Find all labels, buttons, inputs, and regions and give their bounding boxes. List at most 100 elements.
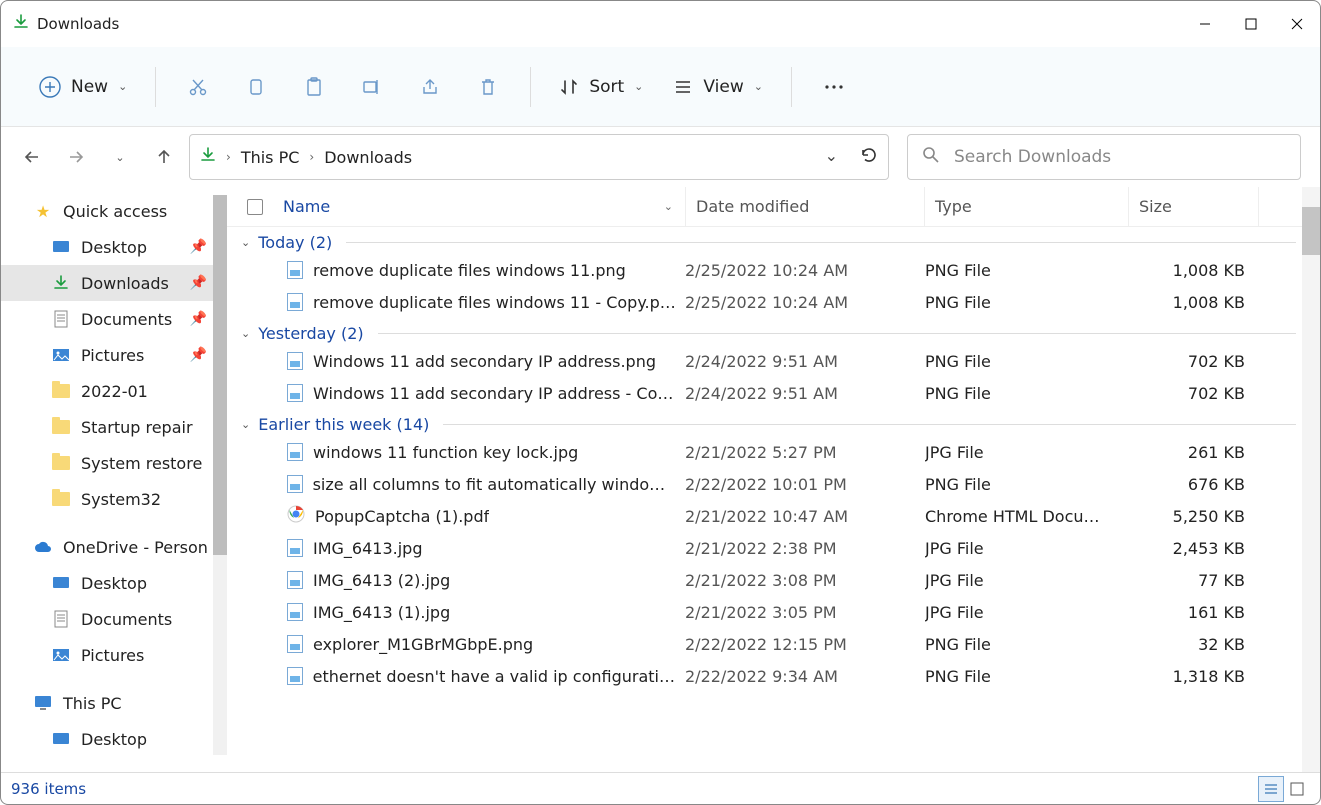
sidebar-item-desktop[interactable]: Desktop <box>1 721 227 757</box>
forward-button[interactable] <box>57 138 95 176</box>
column-name[interactable]: Name ⌄ <box>247 197 685 216</box>
file-row[interactable]: size all columns to fit automatically wi… <box>237 468 1320 500</box>
scrollbar-thumb[interactable] <box>1302 207 1320 255</box>
rename-button[interactable] <box>350 65 394 109</box>
recent-button[interactable]: ⌄ <box>101 138 139 176</box>
sidebar-item-2022-01[interactable]: 2022-01 <box>1 373 227 409</box>
col-name-label: Name <box>283 197 330 216</box>
file-type: PNG File <box>925 475 1129 494</box>
refresh-button[interactable] <box>860 146 878 168</box>
file-icon <box>287 293 303 311</box>
sidebar-item-startup-repair[interactable]: Startup repair <box>1 409 227 445</box>
up-button[interactable] <box>145 138 183 176</box>
select-all-checkbox[interactable] <box>247 199 263 215</box>
paste-button[interactable] <box>292 65 336 109</box>
file-date: 2/22/2022 12:15 PM <box>685 635 925 654</box>
monitor-icon <box>33 695 53 711</box>
file-row[interactable]: ethernet doesn't have a valid ip configu… <box>237 660 1320 692</box>
file-row[interactable]: PopupCaptcha (1).pdf2/21/2022 10:47 AMCh… <box>237 500 1320 532</box>
file-date: 2/21/2022 3:08 PM <box>685 571 925 590</box>
sidebar-item-label: 2022-01 <box>81 382 148 401</box>
chevron-down-icon: ⌄ <box>241 236 250 249</box>
file-row[interactable]: IMG_6413 (1).jpg2/21/2022 3:05 PMJPG Fil… <box>237 596 1320 628</box>
chevron-right-icon: › <box>222 150 235 164</box>
group-header[interactable]: ⌄Yesterday (2) <box>237 318 1320 345</box>
sidebar-item-documents[interactable]: Documents <box>1 601 227 637</box>
sidebar-item-system-restore[interactable]: System restore <box>1 445 227 481</box>
file-icon <box>287 505 305 527</box>
sidebar-scrollbar[interactable] <box>213 195 227 755</box>
item-icon <box>51 492 71 506</box>
main-area: ★ Quick access Desktop📌Downloads📌Documen… <box>1 187 1320 772</box>
copy-button[interactable] <box>234 65 278 109</box>
crumb-downloads[interactable]: Downloads <box>324 148 412 167</box>
sidebar-item-documents[interactable]: Documents📌 <box>1 301 227 337</box>
thumbnails-view-button[interactable] <box>1284 776 1310 802</box>
file-row[interactable]: remove duplicate files windows 11 - Copy… <box>237 286 1320 318</box>
sidebar-item-label: Desktop <box>81 730 147 749</box>
sort-button[interactable]: Sort ⌄ <box>551 71 651 103</box>
column-date[interactable]: Date modified <box>685 187 925 226</box>
sidebar-item-desktop[interactable]: Desktop <box>1 565 227 601</box>
sidebar-item-desktop[interactable]: Desktop📌 <box>1 229 227 265</box>
pin-icon: 📌 <box>190 275 207 291</box>
onedrive-label: OneDrive - Person <box>63 538 208 557</box>
more-button[interactable] <box>812 65 856 109</box>
sidebar-item-pictures[interactable]: Pictures📌 <box>1 337 227 373</box>
details-view-button[interactable] <box>1258 776 1284 802</box>
sidebar-thispc[interactable]: This PC <box>1 685 227 721</box>
search-box[interactable]: Search Downloads <box>907 134 1301 180</box>
address-bar[interactable]: › This PC › Downloads ⌄ <box>189 134 889 180</box>
view-button[interactable]: View ⌄ <box>665 71 771 103</box>
chevron-down-icon[interactable]: ⌄ <box>825 146 838 168</box>
group-label: Today (2) <box>258 233 332 252</box>
file-row[interactable]: explorer_M1GBrMGbpE.png2/22/2022 12:15 P… <box>237 628 1320 660</box>
crumb-thispc[interactable]: This PC <box>241 148 300 167</box>
delete-button[interactable] <box>466 65 510 109</box>
cloud-icon <box>33 540 53 554</box>
file-row[interactable]: windows 11 function key lock.jpg2/21/202… <box>237 436 1320 468</box>
scrollbar-thumb[interactable] <box>213 195 227 555</box>
file-size: 77 KB <box>1129 571 1249 590</box>
sidebar-quick-access[interactable]: ★ Quick access <box>1 193 227 229</box>
sidebar-onedrive[interactable]: OneDrive - Person <box>1 529 227 565</box>
file-date: 2/21/2022 2:38 PM <box>685 539 925 558</box>
file-date: 2/22/2022 10:01 PM <box>685 475 925 494</box>
close-button[interactable] <box>1274 1 1320 47</box>
share-button[interactable] <box>408 65 452 109</box>
file-icon <box>287 539 303 557</box>
group-header[interactable]: ⌄ Today (2) <box>237 227 1320 254</box>
file-row[interactable]: Windows 11 add secondary IP address - Co… <box>237 377 1320 409</box>
column-size[interactable]: Size <box>1129 187 1259 226</box>
item-icon <box>51 456 71 470</box>
column-type[interactable]: Type <box>925 187 1129 226</box>
file-row[interactable]: IMG_6413 (2).jpg2/21/2022 3:08 PMJPG Fil… <box>237 564 1320 596</box>
back-button[interactable] <box>13 138 51 176</box>
pin-icon: 📌 <box>190 347 207 363</box>
file-row[interactable]: IMG_6413.jpg2/21/2022 2:38 PMJPG File2,4… <box>237 532 1320 564</box>
sidebar-item-label: Downloads <box>81 274 169 293</box>
new-button[interactable]: New ⌄ <box>31 70 135 104</box>
sidebar-item-system32[interactable]: System32 <box>1 481 227 517</box>
item-icon <box>51 275 71 291</box>
cut-button[interactable] <box>176 65 220 109</box>
file-size: 161 KB <box>1129 603 1249 622</box>
minimize-button[interactable] <box>1182 1 1228 47</box>
sidebar-item-downloads[interactable]: Downloads 📌 <box>1 265 227 301</box>
sidebar-item-pictures[interactable]: Pictures <box>1 637 227 673</box>
file-row[interactable]: Windows 11 add secondary IP address.png2… <box>237 345 1320 377</box>
file-type: JPG File <box>925 603 1129 622</box>
content-scrollbar[interactable] <box>1302 187 1320 772</box>
file-row[interactable]: remove duplicate files windows 11.png2/2… <box>237 254 1320 286</box>
file-size: 5,250 KB <box>1129 507 1249 526</box>
file-name: remove duplicate files windows 11 - Copy… <box>313 293 676 312</box>
file-size: 1,008 KB <box>1129 293 1249 312</box>
file-icon <box>287 443 303 461</box>
file-list: ⌄ Today (2) remove duplicate files windows… <box>227 227 1320 692</box>
navbar: ⌄ › This PC › Downloads ⌄ Search Downloa… <box>1 127 1320 187</box>
sidebar-item-label: Pictures <box>81 646 144 665</box>
group-header[interactable]: ⌄Earlier this week (14) <box>237 409 1320 436</box>
maximize-button[interactable] <box>1228 1 1274 47</box>
item-icon <box>51 732 71 746</box>
content: Name ⌄ Date modified Type Size ⌄ Today (2… <box>227 187 1320 772</box>
